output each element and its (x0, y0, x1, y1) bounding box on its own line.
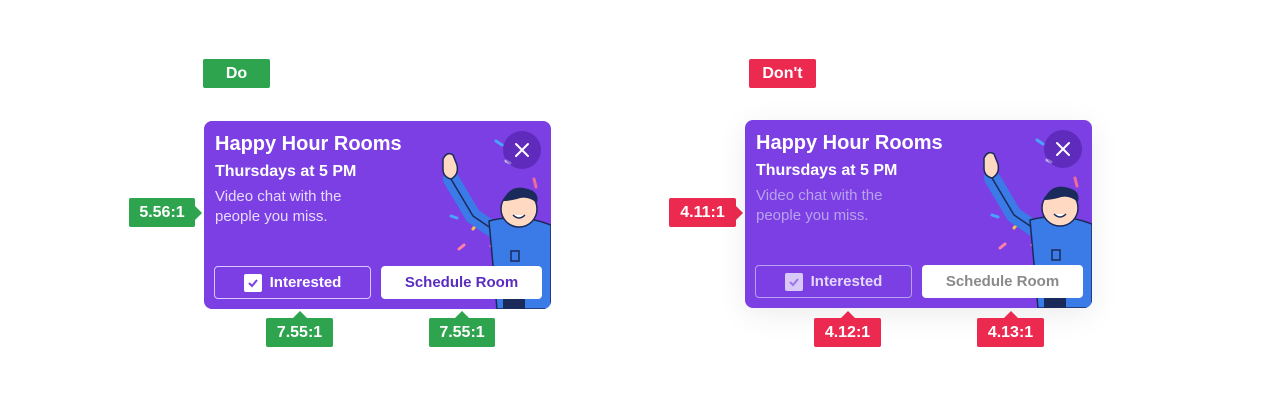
do-interested-contrast-badge: 7.55:1 (266, 311, 333, 347)
card-title: Happy Hour Rooms (215, 133, 402, 155)
card-subtitle: Thursdays at 5 PM (215, 163, 357, 180)
interested-button[interactable]: Interested (755, 265, 912, 298)
do-promo-card: Happy Hour Rooms Thursdays at 5 PM Video… (204, 121, 551, 309)
card-title: Happy Hour Rooms (756, 132, 943, 154)
dont-schedule-contrast-badge: 4.13:1 (977, 311, 1044, 347)
card-description: Video chat with the people you miss. (756, 187, 883, 224)
dont-text-contrast-badge: 4.11:1 (669, 198, 743, 227)
checkbox-icon (243, 273, 262, 292)
interested-label: Interested (269, 274, 342, 291)
dont-label: Don't (749, 59, 816, 88)
dont-promo-card: Happy Hour Rooms Thursdays at 5 PM Video… (745, 120, 1092, 308)
interested-button[interactable]: Interested (214, 266, 371, 299)
card-description: Video chat with the people you miss. (215, 188, 342, 225)
card-subtitle: Thursdays at 5 PM (756, 162, 898, 179)
dont-interested-contrast-badge: 4.12:1 (814, 311, 881, 347)
close-button[interactable] (503, 131, 541, 169)
schedule-room-button[interactable]: Schedule Room (922, 265, 1083, 298)
interested-label: Interested (810, 273, 883, 290)
close-icon (1056, 142, 1070, 156)
close-icon (515, 143, 529, 157)
schedule-room-button[interactable]: Schedule Room (381, 266, 542, 299)
close-button[interactable] (1044, 130, 1082, 168)
do-label: Do (203, 59, 270, 88)
checkbox-icon (784, 272, 803, 291)
do-text-contrast-badge: 5.56:1 (129, 198, 202, 227)
do-schedule-contrast-badge: 7.55:1 (429, 311, 495, 347)
